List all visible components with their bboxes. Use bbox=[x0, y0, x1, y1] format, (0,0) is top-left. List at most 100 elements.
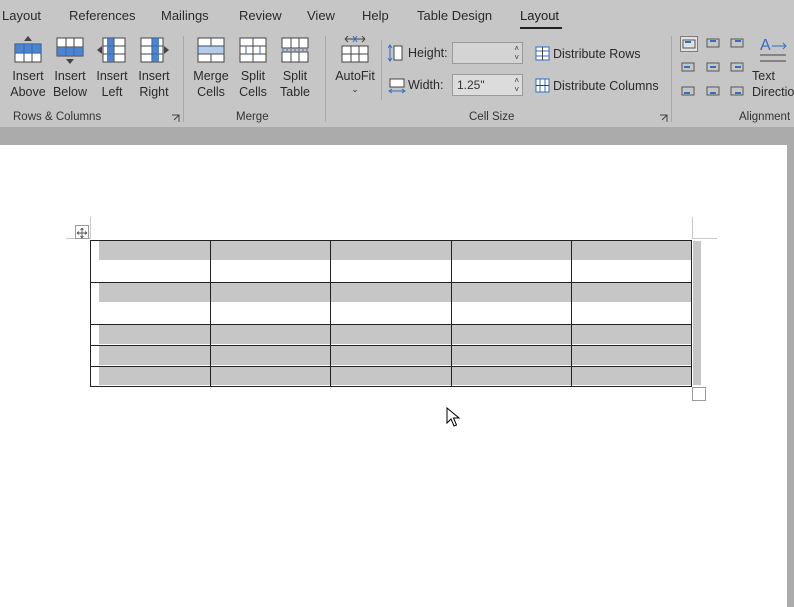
group-separator bbox=[381, 40, 382, 100]
table-cell[interactable] bbox=[450, 324, 572, 346]
align-bottom-left-icon bbox=[681, 86, 695, 96]
table-cell[interactable] bbox=[330, 282, 452, 325]
margin-mark bbox=[90, 217, 91, 239]
table-cell[interactable] bbox=[450, 366, 572, 387]
table-cell[interactable] bbox=[450, 282, 572, 325]
align-center-left-icon bbox=[681, 62, 695, 72]
align-bottom-right-button[interactable] bbox=[729, 84, 747, 100]
spinner-arrows-icon[interactable]: ˄ ˅ bbox=[514, 76, 519, 94]
table-cell[interactable] bbox=[450, 240, 572, 283]
ribbon: Insert Above Insert Below Insert Left In… bbox=[0, 32, 794, 127]
table-row[interactable] bbox=[89, 282, 693, 325]
insert-above-button[interactable]: Insert Above bbox=[8, 36, 48, 100]
split-cells-icon bbox=[239, 37, 267, 63]
align-top-center-button[interactable] bbox=[705, 36, 723, 52]
tab-references[interactable]: References bbox=[69, 8, 135, 23]
table-cell[interactable] bbox=[89, 366, 212, 387]
group-separator bbox=[183, 36, 184, 122]
table-cell[interactable] bbox=[89, 345, 212, 367]
group-separator bbox=[671, 36, 672, 122]
table-cell[interactable] bbox=[450, 345, 572, 367]
document-table[interactable] bbox=[89, 240, 693, 387]
table-row-height-icon bbox=[388, 44, 403, 62]
align-top-right-icon bbox=[730, 38, 744, 48]
table-cell[interactable] bbox=[89, 282, 212, 325]
tab-layout-table[interactable]: Layout bbox=[520, 8, 559, 23]
table-cell[interactable] bbox=[330, 324, 452, 346]
insert-below-button[interactable]: Insert Below bbox=[50, 36, 90, 100]
rows-columns-dialog-launcher-icon[interactable] bbox=[171, 114, 180, 123]
insert-right-icon bbox=[140, 37, 169, 63]
document-page[interactable] bbox=[0, 145, 787, 607]
align-top-left-button[interactable] bbox=[680, 36, 698, 52]
group-label-alignment: Alignment bbox=[739, 111, 791, 123]
distribute-columns-button[interactable]: Distribute Columns bbox=[535, 78, 659, 93]
table-cell[interactable] bbox=[570, 240, 693, 283]
split-table-button[interactable]: Split Table bbox=[275, 36, 315, 100]
tab-help[interactable]: Help bbox=[362, 8, 389, 23]
table-move-handle[interactable] bbox=[75, 225, 89, 239]
table-cell[interactable] bbox=[570, 324, 693, 346]
group-label-merge: Merge bbox=[236, 111, 269, 123]
table-cell[interactable] bbox=[210, 345, 332, 367]
end-of-row-marker-column bbox=[693, 241, 701, 385]
align-center-left-button[interactable] bbox=[680, 60, 698, 76]
insert-right-button[interactable]: Insert Right bbox=[134, 36, 174, 100]
document-area bbox=[0, 127, 794, 607]
table-cell[interactable] bbox=[89, 240, 212, 283]
table-row[interactable] bbox=[89, 324, 693, 346]
height-label: Height: bbox=[408, 46, 448, 60]
align-bottom-left-button[interactable] bbox=[680, 84, 698, 100]
table-cell[interactable] bbox=[210, 324, 332, 346]
table-cell[interactable] bbox=[570, 366, 693, 387]
split-table-icon bbox=[281, 37, 309, 63]
table-cell[interactable] bbox=[210, 282, 332, 325]
table-row[interactable] bbox=[89, 240, 693, 283]
text-direction-icon: A bbox=[760, 37, 787, 62]
tab-layout-page[interactable]: Layout bbox=[2, 8, 41, 23]
align-center-right-icon bbox=[730, 62, 744, 72]
table-column-width-icon bbox=[388, 78, 406, 94]
align-bottom-center-icon bbox=[706, 86, 720, 96]
merge-cells-icon bbox=[197, 37, 225, 63]
table-cell[interactable] bbox=[330, 240, 452, 283]
autofit-icon bbox=[341, 36, 369, 63]
table-row[interactable] bbox=[89, 345, 693, 367]
table-cell[interactable] bbox=[89, 324, 212, 346]
group-label-rows-columns: Rows & Columns bbox=[13, 111, 102, 123]
text-direction-button[interactable]: A Text Direction bbox=[752, 36, 794, 100]
align-center-button[interactable] bbox=[705, 60, 723, 76]
table-cell[interactable] bbox=[570, 345, 693, 367]
svg-text:A: A bbox=[760, 37, 771, 54]
insert-left-button[interactable]: Insert Left bbox=[92, 36, 132, 100]
align-bottom-right-icon bbox=[730, 86, 744, 96]
distribute-rows-button[interactable]: Distribute Rows bbox=[535, 46, 641, 61]
tab-view[interactable]: View bbox=[307, 8, 335, 23]
cell-size-dialog-launcher-icon[interactable] bbox=[659, 114, 668, 123]
height-spinner[interactable]: ˄ ˅ bbox=[452, 42, 523, 64]
table-cell[interactable] bbox=[570, 282, 693, 325]
merge-cells-button[interactable]: Merge Cells bbox=[191, 36, 231, 100]
chevron-down-icon: ⌄ bbox=[351, 84, 359, 94]
align-center-right-button[interactable] bbox=[729, 60, 747, 76]
table-cell[interactable] bbox=[330, 345, 452, 367]
table-cell[interactable] bbox=[210, 240, 332, 283]
mouse-pointer-icon bbox=[446, 407, 460, 427]
split-cells-button[interactable]: Split Cells bbox=[233, 36, 273, 100]
spinner-arrows-icon[interactable]: ˄ ˅ bbox=[514, 44, 519, 62]
width-spinner[interactable]: 1.25" ˄ ˅ bbox=[452, 74, 523, 96]
table-resize-handle[interactable] bbox=[692, 387, 706, 401]
table-cell[interactable] bbox=[210, 366, 332, 387]
distribute-rows-icon bbox=[535, 46, 550, 61]
autofit-button[interactable]: AutoFit ⌄ bbox=[333, 36, 377, 94]
table-cell[interactable] bbox=[330, 366, 452, 387]
insert-above-icon bbox=[14, 36, 42, 63]
tab-review[interactable]: Review bbox=[239, 8, 282, 23]
align-top-right-button[interactable] bbox=[729, 36, 747, 52]
tab-mailings[interactable]: Mailings bbox=[161, 8, 209, 23]
align-bottom-center-button[interactable] bbox=[705, 84, 723, 100]
tab-table-design[interactable]: Table Design bbox=[417, 8, 492, 23]
move-arrows-icon bbox=[76, 227, 88, 239]
table-row[interactable] bbox=[89, 366, 693, 387]
margin-mark bbox=[692, 217, 693, 239]
